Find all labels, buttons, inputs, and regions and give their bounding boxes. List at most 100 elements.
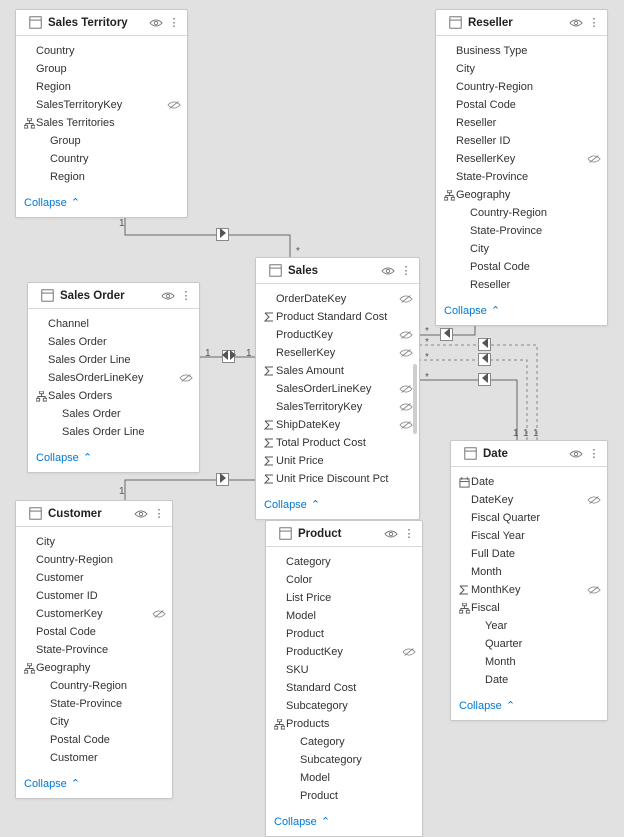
card-header[interactable]: Product ⋮ [266, 521, 422, 547]
field-row[interactable]: Standard Cost [272, 679, 416, 697]
hidden-icon[interactable] [399, 330, 413, 340]
field-row[interactable]: Sales Order Line [34, 423, 193, 441]
field-row[interactable]: City [442, 240, 601, 258]
scrollbar-thumb[interactable] [413, 364, 417, 434]
field-row[interactable]: Business Type [442, 42, 601, 60]
table-customer[interactable]: Customer ⋮ CityCountry-RegionCustomerCus… [15, 500, 173, 799]
field-row[interactable]: Country [22, 42, 181, 60]
field-row[interactable]: Date [457, 671, 601, 689]
field-row[interactable]: Unit Price Discount Pct [262, 470, 413, 488]
field-row[interactable]: Sales Territories [22, 114, 181, 132]
field-row[interactable]: Subcategory [272, 751, 416, 769]
field-row[interactable]: MonthKey [457, 581, 601, 599]
field-row[interactable]: SalesOrderLineKey [34, 369, 193, 387]
field-row[interactable]: Region [22, 78, 181, 96]
field-row[interactable]: Reseller [442, 114, 601, 132]
field-row[interactable]: City [22, 533, 166, 551]
field-row[interactable]: Customer [22, 569, 166, 587]
field-row[interactable]: CustomerKey [22, 605, 166, 623]
field-row[interactable]: Sales Amount [262, 362, 413, 380]
field-row[interactable]: Postal Code [442, 258, 601, 276]
visibility-icon[interactable] [134, 507, 148, 521]
card-header[interactable]: Customer ⋮ [16, 501, 172, 527]
field-row[interactable]: DateKey [457, 491, 601, 509]
table-date[interactable]: Date ⋮ DateDateKeyFiscal QuarterFiscal Y… [450, 440, 608, 721]
field-row[interactable]: Group [22, 132, 181, 150]
field-row[interactable]: Category [272, 553, 416, 571]
visibility-icon[interactable] [149, 16, 163, 30]
field-row[interactable]: Month [457, 653, 601, 671]
field-row[interactable]: Group [22, 60, 181, 78]
collapse-link[interactable]: Collapse⌃ [266, 809, 422, 836]
hidden-icon[interactable] [587, 154, 601, 164]
field-row[interactable]: Country-Region [22, 677, 166, 695]
visibility-icon[interactable] [384, 527, 398, 541]
field-row[interactable]: List Price [272, 589, 416, 607]
visibility-icon[interactable] [381, 264, 395, 278]
field-row[interactable]: Country-Region [442, 78, 601, 96]
field-row[interactable]: ResellerKey [442, 150, 601, 168]
table-product[interactable]: Product ⋮ CategoryColorList PriceModelPr… [265, 520, 423, 837]
field-row[interactable]: Product [272, 625, 416, 643]
more-icon[interactable]: ⋮ [179, 289, 193, 303]
card-header[interactable]: Sales Order ⋮ [28, 283, 199, 309]
more-icon[interactable]: ⋮ [152, 507, 166, 521]
field-row[interactable]: Date [457, 473, 601, 491]
field-row[interactable]: Fiscal Quarter [457, 509, 601, 527]
field-row[interactable]: Total Product Cost [262, 434, 413, 452]
field-row[interactable]: Postal Code [22, 731, 166, 749]
field-row[interactable]: Geography [22, 659, 166, 677]
card-header[interactable]: Sales Territory ⋮ [16, 10, 187, 36]
table-sales-order[interactable]: Sales Order ⋮ ChannelSales OrderSales Or… [27, 282, 200, 473]
field-row[interactable]: City [442, 60, 601, 78]
table-sales-territory[interactable]: Sales Territory ⋮ CountryGroupRegionSale… [15, 9, 188, 218]
field-row[interactable]: State-Province [22, 695, 166, 713]
field-row[interactable]: Reseller [442, 276, 601, 294]
field-row[interactable]: Customer [22, 749, 166, 767]
field-row[interactable]: Channel [34, 315, 193, 333]
field-row[interactable]: Quarter [457, 635, 601, 653]
hidden-icon[interactable] [399, 294, 413, 304]
field-row[interactable]: Postal Code [22, 623, 166, 641]
hidden-icon[interactable] [587, 495, 601, 505]
more-icon[interactable]: ⋮ [587, 447, 601, 461]
collapse-link[interactable]: Collapse⌃ [16, 771, 172, 798]
visibility-icon[interactable] [569, 447, 583, 461]
table-sales[interactable]: Sales ⋮ OrderDateKeyProduct Standard Cos… [255, 257, 420, 520]
card-header[interactable]: Date ⋮ [451, 441, 607, 467]
model-canvas[interactable]: 1 * 1 1 1 * 1 * 1 * * * * 1 1 1 Sales Te… [0, 0, 624, 828]
field-row[interactable]: Postal Code [442, 96, 601, 114]
field-row[interactable]: State-Province [442, 168, 601, 186]
hidden-icon[interactable] [167, 100, 181, 110]
field-row[interactable]: SalesTerritoryKey [262, 398, 413, 416]
field-row[interactable]: Full Date [457, 545, 601, 563]
field-row[interactable]: Product [272, 787, 416, 805]
card-header[interactable]: Sales ⋮ [256, 258, 419, 284]
field-row[interactable]: Fiscal [457, 599, 601, 617]
hidden-icon[interactable] [152, 609, 166, 619]
hidden-icon[interactable] [402, 647, 416, 657]
field-row[interactable]: SKU [272, 661, 416, 679]
field-row[interactable]: Sales Order Line [34, 351, 193, 369]
field-row[interactable]: SalesOrderLineKey [262, 380, 413, 398]
field-row[interactable]: Products [272, 715, 416, 733]
field-row[interactable]: Year [457, 617, 601, 635]
field-row[interactable]: SalesTerritoryKey [22, 96, 181, 114]
field-row[interactable]: Product Standard Cost [262, 308, 413, 326]
more-icon[interactable]: ⋮ [399, 264, 413, 278]
hidden-icon[interactable] [399, 348, 413, 358]
hidden-icon[interactable] [587, 585, 601, 595]
field-row[interactable]: Country-Region [442, 204, 601, 222]
field-row[interactable]: Geography [442, 186, 601, 204]
field-row[interactable]: Country [22, 150, 181, 168]
field-row[interactable]: Model [272, 769, 416, 787]
field-row[interactable]: Sales Order [34, 333, 193, 351]
card-header[interactable]: Reseller ⋮ [436, 10, 607, 36]
field-row[interactable]: Month [457, 563, 601, 581]
field-row[interactable]: Subcategory [272, 697, 416, 715]
more-icon[interactable]: ⋮ [402, 527, 416, 541]
table-reseller[interactable]: Reseller ⋮ Business TypeCityCountry-Regi… [435, 9, 608, 326]
collapse-link[interactable]: Collapse⌃ [436, 298, 607, 325]
field-row[interactable]: Customer ID [22, 587, 166, 605]
more-icon[interactable]: ⋮ [167, 16, 181, 30]
